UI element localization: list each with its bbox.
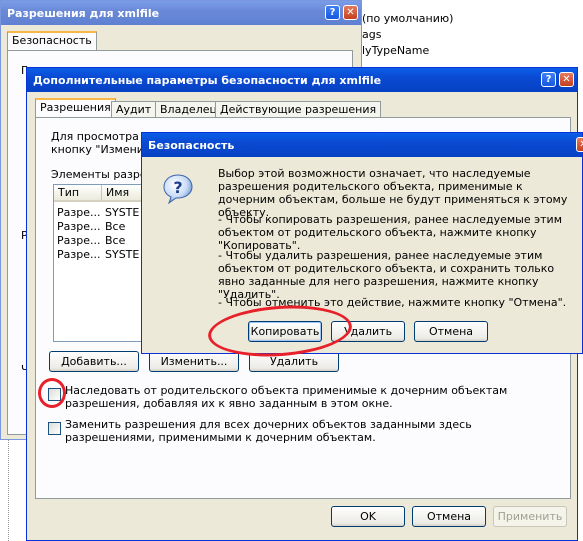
background-tree-item: (по умолчанию) <box>362 12 454 25</box>
cell-type: Разре... <box>57 234 101 247</box>
question-icon: ? <box>162 173 194 205</box>
column-header-type[interactable]: Тип <box>54 185 102 202</box>
tab-effective-permissions[interactable]: Действующие разрешения <box>215 101 382 118</box>
close-button[interactable]: ✕ <box>576 137 583 152</box>
permissions-window-titlebar[interactable]: Разрешения для xmlfile <box>1 1 361 25</box>
security-dialog: Безопасность ✕ ? Выбор этой возможности … <box>141 132 583 354</box>
cell-type: Разре... <box>57 206 101 219</box>
table-row[interactable]: Разре... SYSTE <box>54 248 152 261</box>
replace-checkbox-label: Заменить разрешения для всех дочерних об… <box>65 418 472 444</box>
inherit-checkbox-label: Наследовать от родительского объекта при… <box>65 384 508 410</box>
background-divider <box>8 440 10 541</box>
cancel-button[interactable]: Отмена <box>412 506 486 527</box>
cell-type: Разре... <box>57 220 101 233</box>
ok-button[interactable]: OK <box>331 506 405 527</box>
close-button[interactable]: ✕ <box>559 72 574 87</box>
table-row[interactable]: Разре... Все <box>54 220 152 233</box>
advanced-window-titlebar[interactable]: Дополнительные параметры безопасности дл… <box>27 68 577 92</box>
annotation-circle-inherit <box>38 378 66 408</box>
intro-text: Для просмотра св <box>51 130 155 143</box>
replace-checkbox[interactable] <box>48 422 61 435</box>
table-row[interactable]: Разре... SYSTE <box>54 206 152 219</box>
permission-entries-list[interactable]: Тип Имя Разре... SYSTE Разре... Все Разр… <box>53 184 154 342</box>
close-button[interactable]: ✕ <box>343 5 358 20</box>
help-button[interactable]: ? <box>541 72 556 87</box>
permissions-window-title: Разрешения для xmlfile <box>7 6 160 20</box>
apply-button[interactable]: Применить <box>493 506 567 527</box>
table-row[interactable]: Разре... Все <box>54 234 152 247</box>
dialog-paragraph: - Чтобы удалить разрешения, ранее наслед… <box>218 249 555 301</box>
advanced-window-title: Дополнительные параметры безопасности дл… <box>33 73 382 87</box>
edit-button[interactable]: Изменить... <box>149 351 239 372</box>
dialog-cancel-button[interactable]: Отмена <box>414 321 488 342</box>
help-button[interactable]: ? <box>325 5 340 20</box>
background-tree-item: lyTypeName <box>362 44 430 57</box>
tab-permissions[interactable]: Разрешения <box>35 98 116 118</box>
tab-audit[interactable]: Аудит <box>111 101 157 118</box>
dialog-title: Безопасность <box>148 138 235 152</box>
cell-type: Разре... <box>57 248 101 261</box>
background-tree-item: ags <box>362 28 382 41</box>
dialog-paragraph: - Чтобы копировать разрешения, ранее нас… <box>218 213 563 252</box>
add-button[interactable]: Добавить... <box>49 351 139 372</box>
tab-owner[interactable]: Владелец <box>155 101 222 118</box>
dialog-titlebar[interactable]: Безопасность <box>142 133 582 157</box>
dialog-paragraph: Выбор этой возможности означает, что нас… <box>218 167 568 219</box>
tab-security[interactable]: Безопасность <box>7 31 97 51</box>
svg-text:?: ? <box>173 178 182 197</box>
